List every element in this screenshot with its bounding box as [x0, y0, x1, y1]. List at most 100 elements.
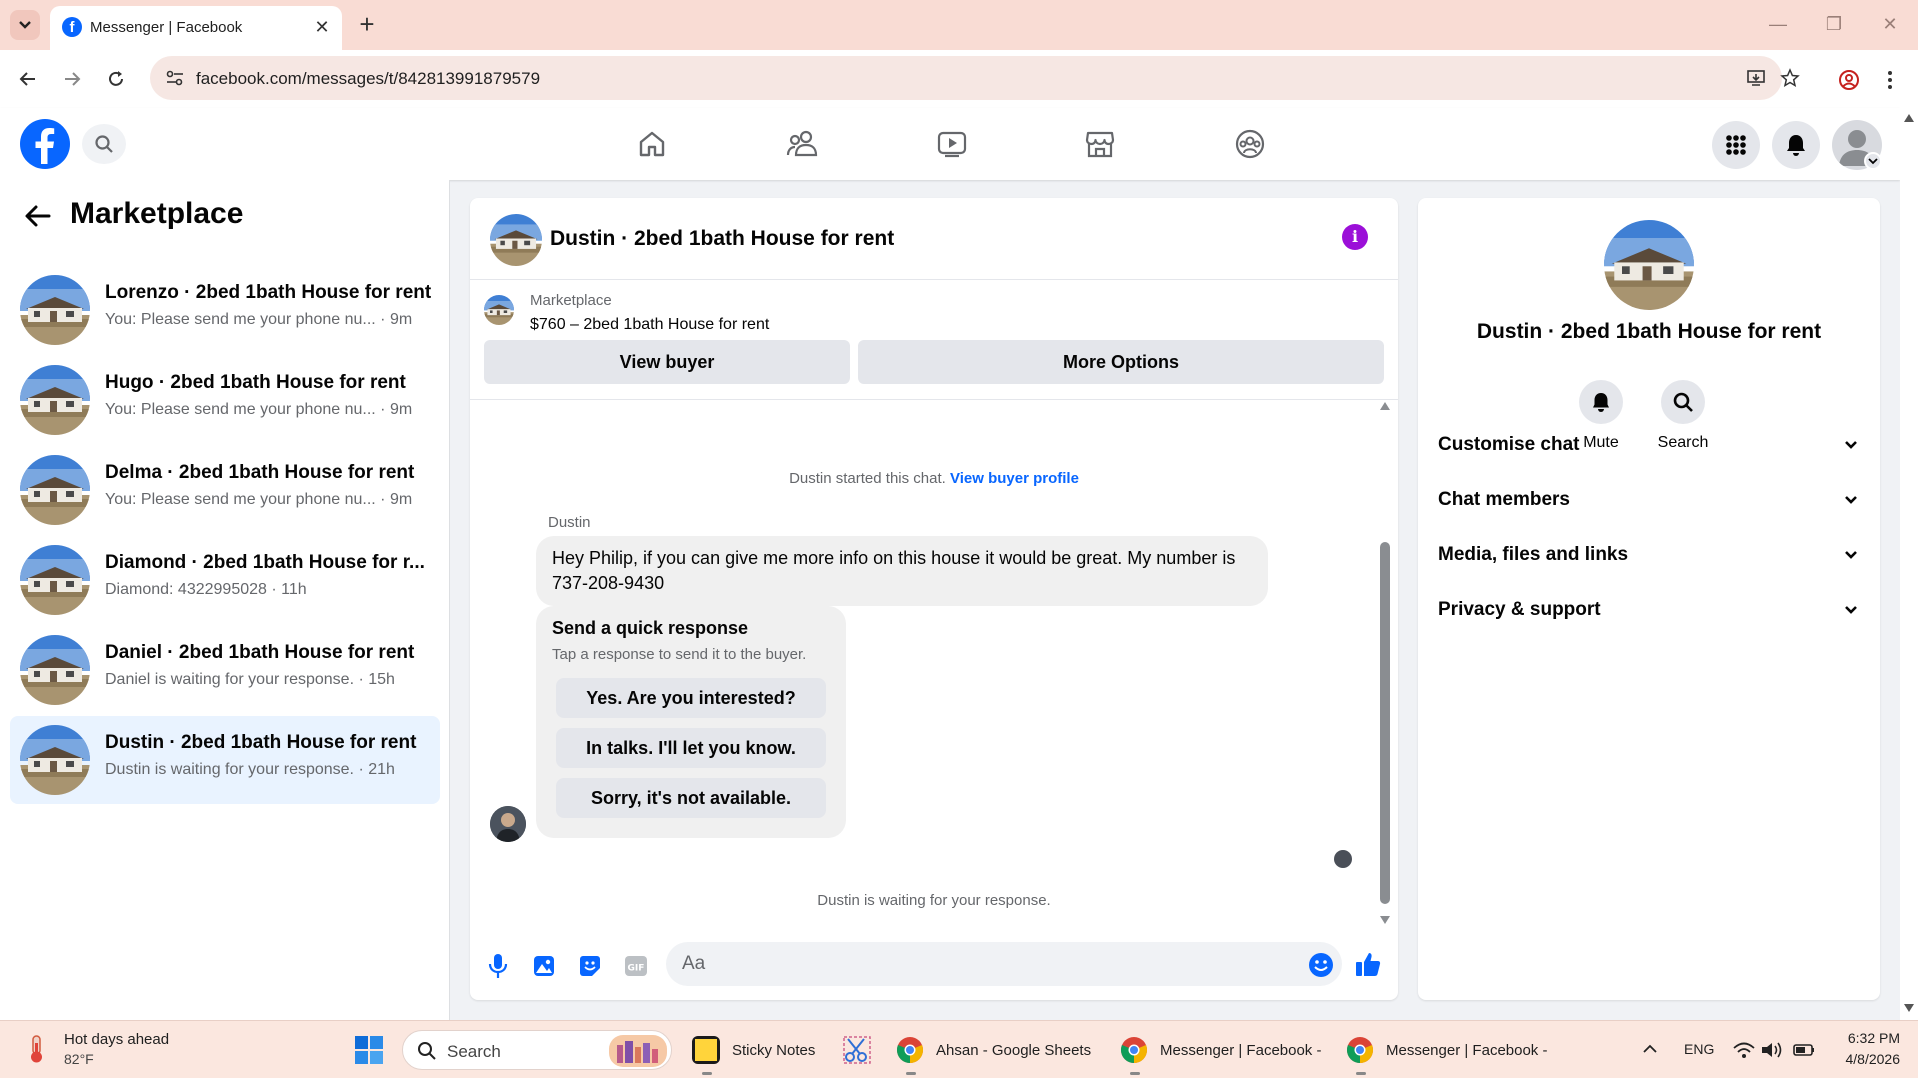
back-arrow-button[interactable]: [22, 200, 54, 232]
nav-groups[interactable]: [1220, 122, 1280, 166]
taskbar-chrome-messenger-2[interactable]: Messenger | Facebook -: [1346, 1029, 1547, 1075]
listing-title[interactable]: $760 – 2bed 1bath House for rent: [530, 316, 769, 334]
windows-start-icon[interactable]: [354, 1035, 384, 1065]
view-buyer-button[interactable]: View buyer: [484, 340, 850, 384]
bookmark-star-icon[interactable]: [1780, 68, 1800, 88]
forward-button[interactable]: [56, 63, 88, 95]
nav-home[interactable]: [622, 122, 682, 166]
sender-avatar[interactable]: [490, 806, 526, 842]
page-scrollbar[interactable]: [1900, 108, 1918, 1020]
chat-scroll-thumb[interactable]: [1380, 542, 1390, 904]
voice-clip-button[interactable]: [482, 950, 514, 982]
thermometer-weather-icon[interactable]: [22, 1033, 52, 1065]
more-options-button[interactable]: More Options: [858, 340, 1384, 384]
tab-close-icon[interactable]: ✕: [312, 17, 332, 37]
notifications-button[interactable]: [1772, 121, 1820, 169]
tab-title: Messenger | Facebook: [90, 19, 243, 36]
listing-thumbnail[interactable]: [484, 295, 514, 325]
scroll-down-icon[interactable]: [1380, 916, 1390, 924]
conversation-preview: Dustin is waiting for your response. · 2…: [105, 761, 395, 779]
section-title: Chat members: [1438, 489, 1570, 510]
customise-chat-section[interactable]: Customise chat: [1438, 422, 1860, 468]
taskbar-snipping-tool[interactable]: [842, 1029, 872, 1071]
facebook-search-button[interactable]: [82, 124, 126, 164]
house-photo-icon: [20, 545, 90, 615]
address-bar[interactable]: facebook.com/messages/t/842813991879579: [150, 56, 1800, 100]
conversation-item[interactable]: Hugo · 2bed 1bath House for rent You: Ple…: [10, 356, 440, 444]
volume-icon: [1762, 1042, 1782, 1058]
quick-response-option[interactable]: Yes. Are you interested?: [556, 678, 826, 718]
message-input[interactable]: [666, 942, 1342, 986]
taskbar-chrome-messenger-1[interactable]: Messenger | Facebook -: [1120, 1029, 1321, 1075]
media-files-links-section[interactable]: Media, files and links: [1438, 532, 1860, 578]
quick-response-option[interactable]: In talks. I'll let you know.: [556, 728, 826, 768]
chat-title[interactable]: Dustin · 2bed 1bath House for rent: [550, 227, 894, 251]
scroll-down-icon[interactable]: [1904, 1004, 1914, 1012]
nav-friends[interactable]: [772, 122, 832, 166]
read-receipt-avatar: [1334, 850, 1352, 868]
like-thumb-icon[interactable]: [1354, 950, 1382, 978]
weather-title[interactable]: Hot days ahead: [64, 1031, 169, 1048]
view-buyer-profile-link[interactable]: View buyer profile: [950, 470, 1079, 487]
system-tray-icons[interactable]: [1732, 1040, 1842, 1060]
conversation-item[interactable]: Diamond · 2bed 1bath House for r... Diamo…: [10, 536, 440, 624]
forward-arrow-icon: [65, 72, 81, 86]
back-button[interactable]: [12, 63, 44, 95]
browser-tab-messenger[interactable]: f Messenger | Facebook ✕: [50, 6, 342, 50]
apps-menu-button[interactable]: [1712, 121, 1760, 169]
chevron-down-icon: [1845, 606, 1857, 614]
conversation-item[interactable]: Daniel · 2bed 1bath House for rent Daniel…: [10, 626, 440, 714]
conversation-preview-text: You: Please send me your phone nu...: [105, 491, 376, 508]
privacy-support-section[interactable]: Privacy & support: [1438, 587, 1860, 633]
details-avatar[interactable]: [1604, 220, 1694, 310]
section-title: Privacy & support: [1438, 599, 1601, 620]
chat-avatar[interactable]: [490, 214, 542, 266]
nav-video[interactable]: [922, 122, 982, 166]
restore-window-button[interactable]: ❐: [1814, 10, 1854, 40]
new-tab-button[interactable]: +: [352, 10, 382, 40]
close-window-button[interactable]: ✕: [1870, 10, 1910, 40]
quick-response-option[interactable]: Sorry, it's not available.: [556, 778, 826, 818]
house-photo-icon: [20, 365, 90, 435]
search-highlight-icon: [609, 1035, 667, 1067]
account-chevron-icon[interactable]: [1864, 152, 1882, 170]
taskbar-search[interactable]: Search: [402, 1030, 672, 1070]
clock-time[interactable]: 6:32 PM: [1836, 1030, 1900, 1046]
gif-button[interactable]: GIF: [620, 950, 652, 982]
page-title: Marketplace: [70, 197, 244, 230]
attach-photo-button[interactable]: [528, 950, 560, 982]
taskbar-sticky-notes[interactable]: Sticky Notes: [692, 1029, 816, 1075]
chat-members-section[interactable]: Chat members: [1438, 477, 1860, 523]
conversation-preview-text: You: Please send me your phone nu...: [105, 311, 376, 328]
chevron-down-icon: [1845, 441, 1857, 449]
taskbar-chrome-sheets[interactable]: Ahsan - Google Sheets: [896, 1029, 1091, 1075]
site-settings-icon[interactable]: [166, 70, 184, 86]
minimize-window-button[interactable]: —: [1758, 10, 1798, 40]
sticker-button[interactable]: [574, 950, 606, 982]
back-arrow-icon: [19, 72, 35, 86]
reload-button[interactable]: [100, 63, 132, 95]
tab-search-dropdown[interactable]: [10, 10, 40, 40]
scroll-up-icon[interactable]: [1904, 114, 1914, 122]
conversation-item[interactable]: Dustin · 2bed 1bath House for rent Dustin…: [10, 716, 440, 804]
emoji-icon[interactable]: [1308, 952, 1334, 978]
conversation-preview-text: Diamond: 4322995028: [105, 581, 267, 598]
chrome-icon: [897, 1037, 923, 1063]
conversation-name: Delma · 2bed 1bath House for rent: [105, 462, 415, 483]
scroll-up-icon[interactable]: [1380, 402, 1390, 410]
info-icon[interactable]: i: [1342, 224, 1368, 250]
chevron-up-icon[interactable]: [1640, 1039, 1660, 1059]
install-app-icon[interactable]: [1746, 68, 1766, 88]
facebook-logo-icon[interactable]: [20, 119, 70, 169]
browser-menu-icon[interactable]: [1886, 69, 1894, 91]
language-indicator[interactable]: ENG: [1684, 1041, 1714, 1057]
nav-marketplace[interactable]: [1070, 122, 1130, 166]
conversation-item[interactable]: Delma · 2bed 1bath House for rent You: Pl…: [10, 446, 440, 534]
search-icon: [418, 1042, 436, 1060]
conversation-item[interactable]: Lorenzo · 2bed 1bath House for rent You: …: [10, 266, 440, 354]
clock-date[interactable]: 4/8/2026: [1828, 1051, 1901, 1067]
back-arrow-icon: [25, 205, 51, 227]
message-bubble[interactable]: Hey Philip, if you can give me more info…: [536, 536, 1268, 606]
taskbar-app-label: Sticky Notes: [732, 1041, 816, 1059]
profile-icon[interactable]: [1838, 69, 1860, 91]
